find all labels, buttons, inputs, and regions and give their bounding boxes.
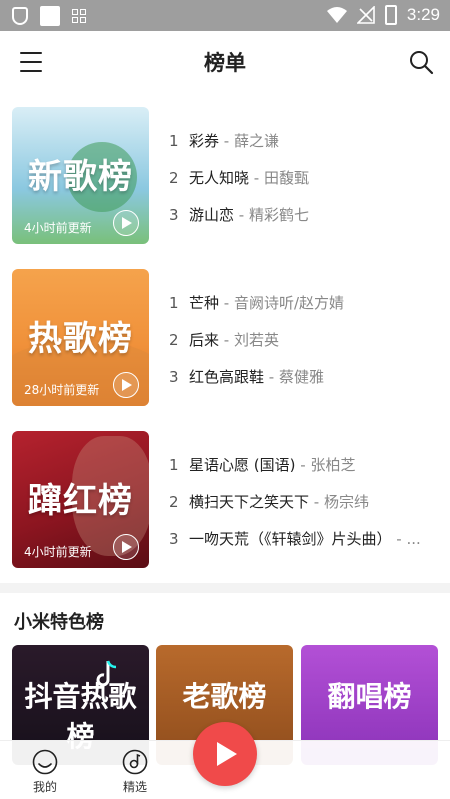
battery-icon xyxy=(384,5,397,25)
signal-icon xyxy=(356,6,375,24)
track-row[interactable]: 2 后来 - 刘若英 xyxy=(169,322,437,359)
update-time: 4小时前更新 xyxy=(24,221,92,235)
track-row[interactable]: 1 芒种 - 音阙诗听/赵方婧 xyxy=(169,285,437,322)
ranking-hot[interactable]: 热歌榜 28小时前更新 1 芒种 - 音阙诗听/赵方婧 2 后来 - 刘若英 3 红色… xyxy=(12,269,438,406)
ranking-rising[interactable]: 蹿红榜 4小时前更新 1 星语心愿 (国语) - 张柏芝 2 横扫天下之笑天下 - … xyxy=(12,431,438,568)
grid-icon xyxy=(72,9,86,23)
track-list: 1 星语心愿 (国语) - 张柏芝 2 横扫天下之笑天下 - 杨宗纬 3 一吻天荒（《… xyxy=(169,447,437,558)
page-title: 榜单 xyxy=(204,51,246,75)
notification-square-icon xyxy=(40,6,60,26)
clock: 3:29 xyxy=(406,5,440,24)
track-row[interactable]: 2 横扫天下之笑天下 - 杨宗纬 xyxy=(169,484,437,521)
featured-title: 翻唱榜 xyxy=(327,680,412,713)
track-row[interactable]: 2 无人知晓 - 田馥甄 xyxy=(169,160,437,197)
play-button[interactable] xyxy=(193,722,257,786)
track-row[interactable]: 3 游山恋 - 精彩鹤七 xyxy=(169,197,437,234)
update-time: 4小时前更新 xyxy=(24,545,92,559)
ranking-cover[interactable]: 热歌榜 28小时前更新 xyxy=(12,269,149,406)
search-icon[interactable] xyxy=(408,49,434,75)
track-row[interactable]: 3 一吻天荒（《轩辕剑》片头曲） - ... xyxy=(169,521,437,558)
smile-icon xyxy=(32,749,58,775)
nav-label: 我的 xyxy=(32,780,57,794)
cover-title: 蹿红榜 xyxy=(28,481,133,521)
nav-featured[interactable]: 精选 xyxy=(110,749,160,795)
shield-icon xyxy=(12,7,28,25)
section-divider xyxy=(0,583,450,593)
status-bar: 3:29 xyxy=(0,0,450,31)
nav-me[interactable]: 我的 xyxy=(20,749,70,795)
update-time: 28小时前更新 xyxy=(24,383,100,397)
play-icon[interactable] xyxy=(113,534,139,560)
nav-label: 精选 xyxy=(122,780,147,794)
ranking-cover[interactable]: 蹿红榜 4小时前更新 xyxy=(12,431,149,568)
ranking-new[interactable]: 新歌榜 4小时前更新 1 彩券 - 薛之谦 2 无人知晓 - 田馥甄 3 游山恋 - … xyxy=(12,107,438,244)
play-icon xyxy=(217,742,237,766)
ranking-cover[interactable]: 新歌榜 4小时前更新 xyxy=(12,107,149,244)
cover-title: 新歌榜 xyxy=(28,157,133,197)
track-row[interactable]: 1 彩券 - 薛之谦 xyxy=(169,123,437,160)
cover-title: 热歌榜 xyxy=(28,319,133,359)
track-list: 1 彩券 - 薛之谦 2 无人知晓 - 田馥甄 3 游山恋 - 精彩鹤七 xyxy=(169,123,437,234)
play-icon[interactable] xyxy=(113,210,139,236)
track-list: 1 芒种 - 音阙诗听/赵方婧 2 后来 - 刘若英 3 红色高跟鞋 - 蔡健雅 xyxy=(169,285,437,396)
section-title: 小米特色榜 xyxy=(14,612,104,633)
track-row[interactable]: 1 星语心愿 (国语) - 张柏芝 xyxy=(169,447,437,484)
featured-title: 老歌榜 xyxy=(182,680,267,713)
play-icon[interactable] xyxy=(113,372,139,398)
wifi-icon xyxy=(326,7,347,23)
app-header: 榜单 xyxy=(0,31,450,93)
disc-icon xyxy=(122,749,148,775)
track-row[interactable]: 3 红色高跟鞋 - 蔡健雅 xyxy=(169,359,437,396)
